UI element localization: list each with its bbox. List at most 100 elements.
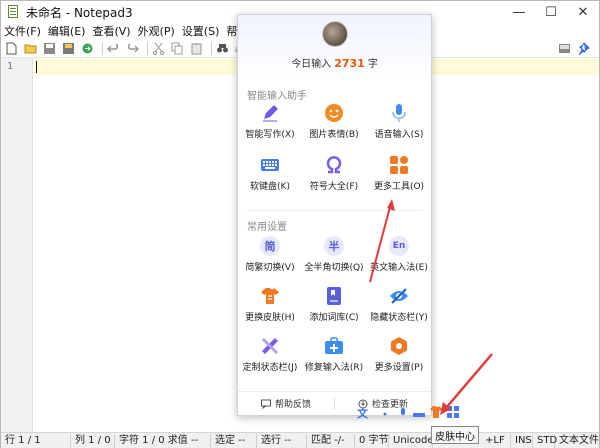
- ime-logo-icon[interactable]: 文: [356, 405, 370, 420]
- toolbar-separator: [102, 42, 103, 55]
- setting-label: 更换皮肤(H): [245, 313, 295, 323]
- setting-repair-ime[interactable]: 修复输入法(R): [302, 336, 366, 380]
- tool-label: 符号大全(F): [309, 182, 359, 192]
- today-input-label: 今日输入: [291, 59, 332, 70]
- status-bytes: 0 字节: [355, 433, 389, 448]
- pen-icon: [260, 103, 280, 123]
- popup-header: 今日输入 2731 字: [238, 15, 431, 81]
- browse-icon[interactable]: [80, 42, 94, 56]
- copy-icon[interactable]: [170, 42, 184, 56]
- today-input-number: 2731: [334, 57, 365, 70]
- toolbar-separator: [211, 42, 212, 55]
- ime-keyboard-icon[interactable]: [412, 405, 426, 419]
- menu-settings[interactable]: 设置(S): [182, 23, 220, 39]
- help-feedback-button[interactable]: 帮助反馈: [238, 397, 334, 410]
- undo-icon[interactable]: [106, 42, 120, 56]
- setting-customize-status-bar[interactable]: 定制状态栏(J): [238, 336, 302, 380]
- ime-status-bar: 文: [356, 402, 462, 422]
- tool-label: 软键盘(K): [250, 182, 290, 192]
- tool-symbols[interactable]: 符号大全(F): [302, 155, 366, 199]
- save-as-icon[interactable]: [61, 42, 75, 56]
- omega-icon: [324, 155, 344, 175]
- status-encoding[interactable]: Unicode: [389, 433, 434, 448]
- status-ins[interactable]: INS: [511, 433, 533, 448]
- close-button[interactable]: ✕: [567, 1, 599, 23]
- setting-label: 添加词库(C): [309, 313, 359, 323]
- status-std[interactable]: STD: [533, 433, 557, 448]
- ime-voice-icon[interactable]: [396, 405, 410, 419]
- toolbar-separator: [147, 42, 148, 55]
- text-caret: [36, 61, 37, 73]
- window-title: 未命名 - Notepad3: [26, 5, 133, 20]
- section-title-smart-assistant: 智能输入助手: [247, 91, 307, 102]
- menu-file[interactable]: 文件(F): [4, 23, 41, 39]
- find-icon[interactable]: [215, 42, 229, 56]
- redo-icon[interactable]: [125, 42, 139, 56]
- help-feedback-label: 帮助反馈: [274, 400, 311, 410]
- tool-label: 更多工具(O): [373, 182, 425, 192]
- menu-edit[interactable]: 编辑(E): [48, 23, 86, 39]
- simplified-traditional-icon: 简: [260, 236, 280, 256]
- minimize-button[interactable]: —: [503, 1, 535, 23]
- setting-more-settings[interactable]: 更多设置(P): [367, 336, 431, 380]
- save-icon[interactable]: [42, 42, 56, 56]
- english-input-icon: En: [389, 236, 409, 256]
- tool-smart-writing[interactable]: 智能写作(X): [238, 103, 302, 147]
- setting-label: 修复输入法(R): [304, 363, 364, 373]
- status-row: 行 1 / 1: [1, 433, 71, 448]
- setting-hide-status-bar[interactable]: 隐藏状态栏(Y): [367, 286, 431, 330]
- tool-label: 语音输入(S): [374, 130, 424, 140]
- pin-icon[interactable]: [576, 42, 590, 56]
- status-selected-lines: 选行 --: [257, 433, 307, 448]
- tool-soft-keyboard[interactable]: 软键盘(K): [238, 155, 302, 199]
- line-number: 1: [7, 61, 14, 72]
- skin-center-tooltip: 皮肤中心: [431, 426, 479, 444]
- setting-half-full-width[interactable]: 半 全半角切换(Q): [302, 236, 366, 280]
- tool-voice-input[interactable]: 语音输入(S): [367, 103, 431, 147]
- setting-label: 隐藏状态栏(Y): [370, 313, 428, 323]
- tool-image-emoji[interactable]: 图片表情(B): [302, 103, 366, 147]
- tools-grid-icon: [389, 155, 409, 175]
- today-input-count: 今日输入 2731 字: [238, 55, 431, 70]
- line-number-gutter: 1: [1, 58, 33, 432]
- paste-icon[interactable]: [189, 42, 203, 56]
- open-folder-icon[interactable]: [23, 42, 37, 56]
- setting-label: 英文输入法(E): [370, 263, 428, 273]
- customize-ruler-icon: [260, 336, 280, 356]
- popup-divider: [247, 210, 422, 211]
- setting-add-dictionary[interactable]: 添加词库(C): [302, 286, 366, 330]
- status-file-type[interactable]: 文本文件: [555, 434, 599, 448]
- menu-appearance[interactable]: 外观(P): [138, 23, 175, 39]
- settings-hex-icon: [389, 336, 409, 356]
- ime-skin-icon[interactable]: [429, 405, 443, 419]
- tool-more-tools[interactable]: 更多工具(O): [367, 155, 431, 199]
- cut-icon[interactable]: [151, 42, 165, 56]
- keyboard-icon: [260, 155, 280, 175]
- smiley-icon: [324, 103, 344, 123]
- svg-text:文: 文: [357, 406, 369, 419]
- setting-label: 全半角切换(Q): [304, 263, 364, 273]
- microphone-icon: [389, 103, 409, 123]
- tool-label: 图片表情(B): [309, 130, 359, 140]
- feedback-icon: [260, 399, 271, 409]
- ime-punctuation-icon[interactable]: [378, 405, 392, 419]
- status-eol[interactable]: +LF: [481, 433, 511, 448]
- new-file-icon[interactable]: [4, 42, 18, 56]
- half-width-icon: 半: [324, 236, 344, 256]
- maximize-button[interactable]: ☐: [535, 1, 567, 23]
- setting-english-input[interactable]: En 英文输入法(E): [367, 236, 431, 280]
- dictionary-icon: [324, 286, 344, 306]
- status-col: 列 1 / 0: [71, 433, 115, 448]
- setting-label: 更多设置(P): [374, 363, 424, 373]
- view-icon[interactable]: [557, 42, 571, 56]
- section-title-common-settings: 常用设置: [247, 222, 287, 233]
- ime-toolbox-icon[interactable]: [446, 405, 460, 419]
- tool-label: 智能写作(X): [245, 130, 295, 140]
- setting-change-skin[interactable]: 更换皮肤(H): [238, 286, 302, 330]
- avatar[interactable]: [322, 21, 348, 47]
- ime-menu-popup: 今日输入 2731 字 智能输入助手 智能写作(X) 图片表情(B) 语音输入(S)…: [237, 14, 432, 416]
- skin-shirt-icon: [260, 286, 280, 306]
- menu-view[interactable]: 查看(V): [92, 23, 130, 39]
- setting-simplified-traditional[interactable]: 简 简繁切换(V): [238, 236, 302, 280]
- notepad3-app-icon: [6, 5, 20, 19]
